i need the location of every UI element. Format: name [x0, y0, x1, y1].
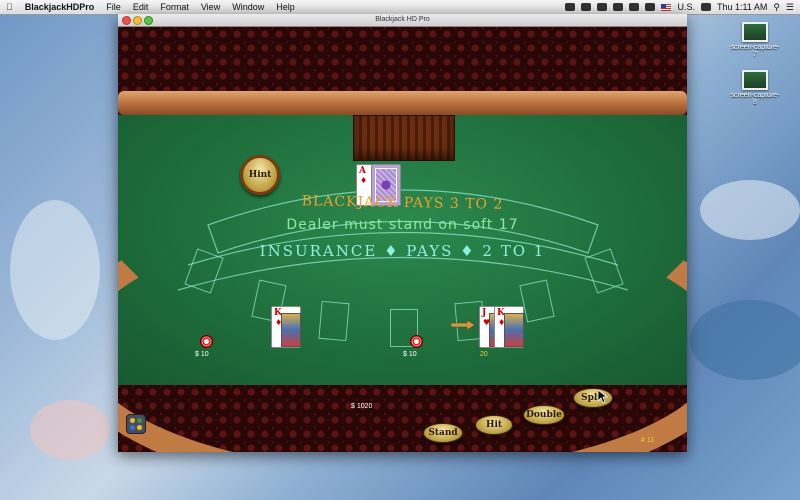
minimize-button[interactable] [133, 16, 142, 25]
menu-window[interactable]: Window [226, 2, 270, 12]
hint-button[interactable]: Hint [240, 155, 280, 195]
image-file-icon [742, 22, 768, 42]
clock[interactable]: Thu 1:11 AM [717, 2, 767, 12]
player-card-king: K ♦ [271, 306, 301, 348]
battery-icon[interactable] [700, 3, 711, 11]
menu-edit[interactable]: Edit [127, 2, 155, 12]
face-card-art [281, 313, 301, 347]
us-flag-icon[interactable] [661, 3, 672, 11]
zoom-button[interactable] [144, 16, 153, 25]
blackjack-window: Blackjack HD Pro Hint A ♦ BLACKJACK PAYS… [118, 14, 687, 452]
menu-help[interactable]: Help [270, 2, 301, 12]
card-rank: J [482, 308, 487, 318]
bankroll: $ 1020 [351, 403, 373, 410]
game-table: Hint A ♦ BLACKJACK PAYS 3 TO 2 Dealer mu… [118, 27, 687, 452]
bet-chip-icon[interactable] [200, 335, 213, 348]
hand-total: 20 [480, 351, 488, 358]
insurance-banner: INSURANCE ♦ PAYS ♦ 2 TO 1 [259, 242, 546, 260]
card-rank: A [359, 166, 366, 176]
desktop-icon-screen-capture-8[interactable]: screen-capture-8 [730, 70, 780, 106]
lock-icon[interactable] [581, 3, 592, 11]
dealer-rule-banner: Dealer must stand on soft 17 [286, 217, 519, 233]
bluetooth-icon[interactable] [613, 3, 624, 11]
window-title: Blackjack HD Pro [375, 16, 430, 23]
close-button[interactable] [122, 16, 131, 25]
desktop-wallpaper-detail [690, 300, 800, 380]
menu-format[interactable]: Format [154, 2, 195, 12]
status-area: U.S. Thu 1:11 AM ⚲ ☰ [565, 2, 800, 13]
notifications-icon[interactable]: ☰ [786, 2, 794, 13]
desktop-icon-screen-capture-7[interactable]: screen-capture-7 [730, 22, 780, 58]
player-card-king: K ♦ [494, 306, 524, 348]
bet-chip-icon[interactable] [410, 335, 423, 348]
mouse-cursor-icon [598, 390, 608, 404]
spotlight-icon[interactable]: ⚲ [773, 2, 780, 13]
stand-button[interactable]: Stand [423, 423, 463, 443]
game-menu-icon[interactable] [126, 414, 146, 434]
top-rail [118, 91, 687, 115]
menu-view[interactable]: View [195, 2, 226, 12]
face-card-art [504, 313, 524, 347]
bet-amount-center: $ 10 [403, 351, 417, 358]
menu-bar:  BlackjackHDPro File Edit Format View W… [0, 0, 800, 15]
image-file-icon [742, 70, 768, 90]
menu-file[interactable]: File [100, 2, 127, 12]
card-spot [318, 300, 350, 342]
round-number: # 11 [641, 437, 655, 444]
desktop-wallpaper-detail [700, 180, 800, 240]
desktop-icon-label: screen-capture-8 [730, 92, 780, 106]
dropbox-icon[interactable] [565, 3, 576, 11]
active-hand-arrow-icon [451, 320, 475, 330]
input-source[interactable]: U.S. [677, 2, 695, 12]
volume-icon[interactable] [645, 3, 656, 11]
desktop-wallpaper-detail [10, 200, 100, 340]
window-titlebar[interactable]: Blackjack HD Pro [118, 14, 687, 27]
time-machine-icon[interactable] [597, 3, 608, 11]
card-shoe [353, 115, 455, 161]
wifi-icon[interactable] [629, 3, 640, 11]
table-top-pattern [118, 27, 687, 91]
bet-amount-left: $ 10 [195, 351, 209, 358]
menu-app-name[interactable]: BlackjackHDPro [19, 2, 101, 12]
desktop-wallpaper-detail [30, 400, 110, 460]
double-button[interactable]: Double [523, 405, 565, 425]
apple-menu-icon[interactable]:  [0, 2, 19, 12]
diamond-icon: ♦ [360, 176, 368, 185]
hit-button[interactable]: Hit [475, 415, 513, 435]
desktop-icon-label: screen-capture-7 [730, 44, 780, 58]
